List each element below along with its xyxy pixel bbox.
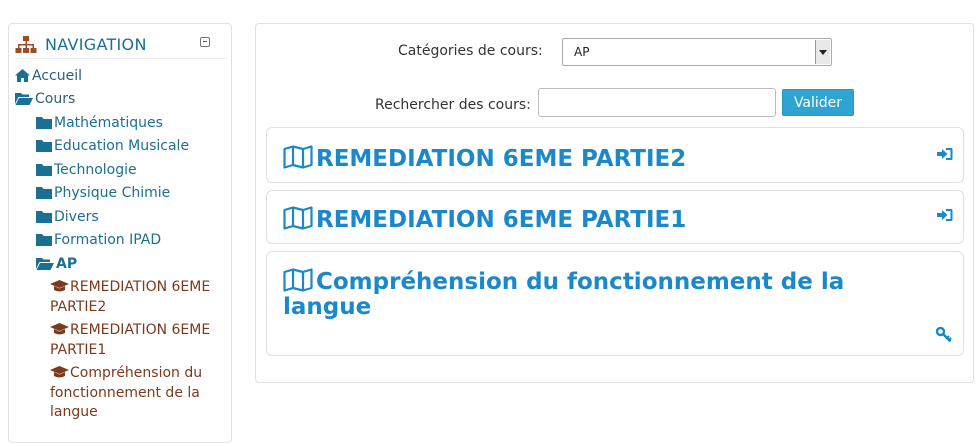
category-select-value: AP	[574, 45, 590, 59]
home-icon	[15, 69, 30, 82]
folder-open-icon	[36, 258, 54, 270]
course-card-title-text: Compréhension du fonctionnement de la la…	[283, 269, 845, 320]
course-card-title-text: REMEDIATION 6EME PARTIE2	[316, 146, 687, 172]
course-card-title-text: REMEDIATION 6EME PARTIE1	[316, 207, 687, 233]
nav-item-courses[interactable]: Cours	[15, 90, 75, 108]
map-icon	[283, 268, 313, 292]
course-card-title[interactable]: REMEDIATION 6EME PARTIE1	[283, 206, 686, 233]
nav-category-formation-ipad[interactable]: Formation IPAD	[36, 231, 161, 249]
nav-course-remediation-partie2[interactable]: REMEDIATION 6EME PARTIE2	[50, 278, 220, 317]
course-card-title[interactable]: Compréhension du fonctionnement de la la…	[283, 268, 923, 320]
map-icon	[283, 206, 313, 230]
folder-open-icon	[15, 93, 33, 105]
folder-icon	[36, 211, 52, 223]
nav-category-mathematiques[interactable]: Mathématiques	[36, 114, 163, 132]
nav-category-label: Divers	[54, 209, 99, 225]
graduation-cap-icon	[50, 280, 69, 292]
nav-category-label: Technologie	[54, 162, 137, 178]
collapse-icon[interactable]	[200, 37, 210, 47]
folder-icon	[36, 117, 52, 129]
nav-course-remediation-partie1[interactable]: REMEDIATION 6EME PARTIE1	[50, 321, 220, 360]
course-card: REMEDIATION 6EME PARTIE2	[266, 127, 964, 183]
course-card: REMEDIATION 6EME PARTIE1	[266, 190, 964, 244]
chevron-down-icon[interactable]	[815, 40, 830, 64]
navigation-title: NAVIGATION	[45, 35, 147, 54]
nav-category-ap[interactable]: AP	[36, 255, 77, 273]
folder-icon	[36, 234, 52, 246]
search-input[interactable]	[538, 88, 776, 117]
nav-item-home-label: Accueil	[32, 68, 82, 84]
key-icon[interactable]	[936, 327, 952, 343]
search-label: Rechercher des cours:	[375, 97, 531, 113]
category-label: Catégories de cours:	[398, 43, 543, 59]
nav-category-technologie[interactable]: Technologie	[36, 161, 137, 179]
divider	[15, 58, 227, 59]
nav-course-label: REMEDIATION 6EME PARTIE1	[50, 322, 211, 358]
nav-category-physique-chimie[interactable]: Physique Chimie	[36, 184, 170, 202]
map-icon	[283, 145, 313, 169]
nav-category-label: Physique Chimie	[54, 185, 171, 201]
folder-icon	[36, 164, 52, 176]
folder-icon	[36, 140, 52, 152]
nav-category-ap-label: AP	[56, 256, 78, 272]
search-submit-button[interactable]: Valider	[782, 89, 854, 116]
enrol-icon[interactable]	[937, 208, 953, 222]
nav-item-courses-label: Cours	[35, 91, 76, 107]
nav-course-label: REMEDIATION 6EME PARTIE2	[50, 279, 211, 315]
nav-category-label: Mathématiques	[54, 115, 163, 131]
course-card: Compréhension du fonctionnement de la la…	[266, 251, 964, 356]
nav-category-divers[interactable]: Divers	[36, 208, 99, 226]
nav-course-label: Compréhension du fonctionnement de la la…	[50, 365, 203, 420]
enrol-icon[interactable]	[937, 147, 953, 161]
navigation-header: NAVIGATION	[15, 34, 227, 56]
folder-icon	[36, 187, 52, 199]
category-select[interactable]: AP	[562, 38, 832, 66]
graduation-cap-icon	[50, 366, 69, 378]
nav-category-label: Formation IPAD	[54, 232, 162, 248]
sitemap-icon	[15, 36, 37, 53]
nav-category-label: Education Musicale	[54, 138, 190, 154]
course-card-title[interactable]: REMEDIATION 6EME PARTIE2	[283, 145, 686, 172]
nav-item-home[interactable]: Accueil	[15, 67, 82, 85]
nav-course-comprehension[interactable]: Compréhension du fonctionnement de la la…	[50, 364, 220, 423]
nav-category-education-musicale[interactable]: Education Musicale	[36, 137, 189, 155]
graduation-cap-icon	[50, 323, 69, 335]
